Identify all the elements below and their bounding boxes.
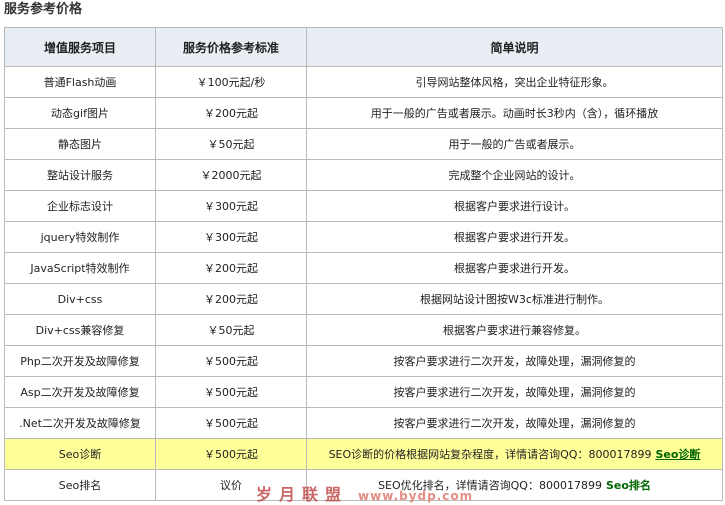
watermark-text: 岁月联盟 — [256, 485, 349, 504]
seo-diagnosis-link[interactable]: Seo诊断 — [655, 448, 700, 461]
table-row: 整站设计服务 ￥2000元起 完成整个企业网站的设计。 — [4, 159, 723, 191]
service-item-cell: 静态图片 — [4, 128, 156, 160]
service-description-cell: 根据客户要求进行开发。 — [306, 252, 723, 284]
service-price-cell: ￥200元起 — [155, 97, 307, 129]
table-row: Php二次开发及故障修复 ￥500元起 按客户要求进行二次开发，故障处理，漏洞修复的 — [4, 345, 723, 377]
service-price-cell: ￥500元起 — [155, 438, 307, 470]
column-header-price: 服务价格参考标准 — [155, 27, 307, 67]
service-description-cell: 用于一般的广告或者展示。 — [306, 128, 723, 160]
service-description-cell: 根据客户要求进行开发。 — [306, 221, 723, 253]
table-body: 普通Flash动画 ￥100元起/秒 引导网站整体风格，突出企业特征形象。 动态gif… — [4, 66, 723, 501]
service-price-cell: ￥50元起 — [155, 314, 307, 346]
service-item-cell: Seo排名 — [4, 469, 156, 501]
seo-description-text: SEO诊断的价格根据网站复杂程度，详情请咨询QQ：800017899 — [328, 448, 652, 461]
service-item-cell: Php二次开发及故障修复 — [4, 345, 156, 377]
service-item-cell: .Net二次开发及故障修复 — [4, 407, 156, 439]
table-row: Div+css兼容修复 ￥50元起 根据客户要求进行兼容修复。 — [4, 314, 723, 346]
service-item-cell: 整站设计服务 — [4, 159, 156, 191]
table-header-row: 增值服务项目 服务价格参考标准 简单说明 — [4, 27, 723, 67]
table-row: 静态图片 ￥50元起 用于一般的广告或者展示。 — [4, 128, 723, 160]
table-row: 动态gif图片 ￥200元起 用于一般的广告或者展示。动画时长3秒内（含），循环播放 — [4, 97, 723, 129]
service-price-cell: ￥200元起 — [155, 252, 307, 284]
service-item-cell: 普通Flash动画 — [4, 66, 156, 98]
service-price-cell: ￥500元起 — [155, 345, 307, 377]
service-price-cell: ￥500元起 — [155, 376, 307, 408]
service-item-cell: JavaScript特效制作 — [4, 252, 156, 284]
table-row: 企业标志设计 ￥300元起 根据客户要求进行设计。 — [4, 190, 723, 222]
table-row-seo: Seo诊断 ￥500元起 SEO诊断的价格根据网站复杂程度，详情请咨询QQ：8000… — [4, 438, 723, 470]
service-item-cell: jquery特效制作 — [4, 221, 156, 253]
table-row: Div+css ￥200元起 根据网站设计图按W3c标准进行制作。 — [4, 283, 723, 315]
service-item-cell: Div+css兼容修复 — [4, 314, 156, 346]
table-row: JavaScript特效制作 ￥200元起 根据客户要求进行开发。 — [4, 252, 723, 284]
service-description-cell: 引导网站整体风格，突出企业特征形象。 — [306, 66, 723, 98]
service-description-cell: 按客户要求进行二次开发，故障处理，漏洞修复的 — [306, 376, 723, 408]
service-price-cell: ￥2000元起 — [155, 159, 307, 191]
column-header-item: 增值服务项目 — [4, 27, 156, 67]
table-row: jquery特效制作 ￥300元起 根据客户要求进行开发。 — [4, 221, 723, 253]
price-table: 增值服务项目 服务价格参考标准 简单说明 普通Flash动画 ￥100元起/秒 引导… — [4, 27, 723, 501]
service-description-cell: 用于一般的广告或者展示。动画时长3秒内（含），循环播放 — [306, 97, 723, 129]
service-item-cell: Asp二次开发及故障修复 — [4, 376, 156, 408]
watermark: 岁月联盟 www.bydp.com — [256, 481, 473, 505]
service-item-cell: 动态gif图片 — [4, 97, 156, 129]
service-description-cell: 按客户要求进行二次开发，故障处理，漏洞修复的 — [306, 407, 723, 439]
service-price-cell: ￥200元起 — [155, 283, 307, 315]
service-description-cell: 根据客户要求进行兼容修复。 — [306, 314, 723, 346]
service-price-cell: ￥50元起 — [155, 128, 307, 160]
seo-ranking-link[interactable]: Seo排名 — [606, 479, 651, 492]
column-header-description: 简单说明 — [306, 27, 723, 67]
table-row: 普通Flash动画 ￥100元起/秒 引导网站整体风格，突出企业特征形象。 — [4, 66, 723, 98]
page-title: 服务参考价格 — [4, 2, 83, 17]
watermark-url: www.bydp.com — [358, 489, 474, 503]
service-item-cell: 企业标志设计 — [4, 190, 156, 222]
service-price-cell: ￥100元起/秒 — [155, 66, 307, 98]
service-description-cell: 完成整个企业网站的设计。 — [306, 159, 723, 191]
service-price-cell: ￥300元起 — [155, 190, 307, 222]
service-description-cell: 按客户要求进行二次开发，故障处理，漏洞修复的 — [306, 345, 723, 377]
service-price-cell: ￥300元起 — [155, 221, 307, 253]
service-item-cell: Div+css — [4, 283, 156, 315]
service-item-cell: Seo诊断 — [4, 438, 156, 470]
service-description-cell: SEO诊断的价格根据网站复杂程度，详情请咨询QQ：800017899 Seo诊断 — [306, 438, 723, 470]
service-price-cell: ￥500元起 — [155, 407, 307, 439]
table-row: .Net二次开发及故障修复 ￥500元起 按客户要求进行二次开发，故障处理，漏洞修复… — [4, 407, 723, 439]
service-description-cell: 根据客户要求进行设计。 — [306, 190, 723, 222]
service-description-cell: 根据网站设计图按W3c标准进行制作。 — [306, 283, 723, 315]
table-row: Asp二次开发及故障修复 ￥500元起 按客户要求进行二次开发，故障处理，漏洞修复的 — [4, 376, 723, 408]
